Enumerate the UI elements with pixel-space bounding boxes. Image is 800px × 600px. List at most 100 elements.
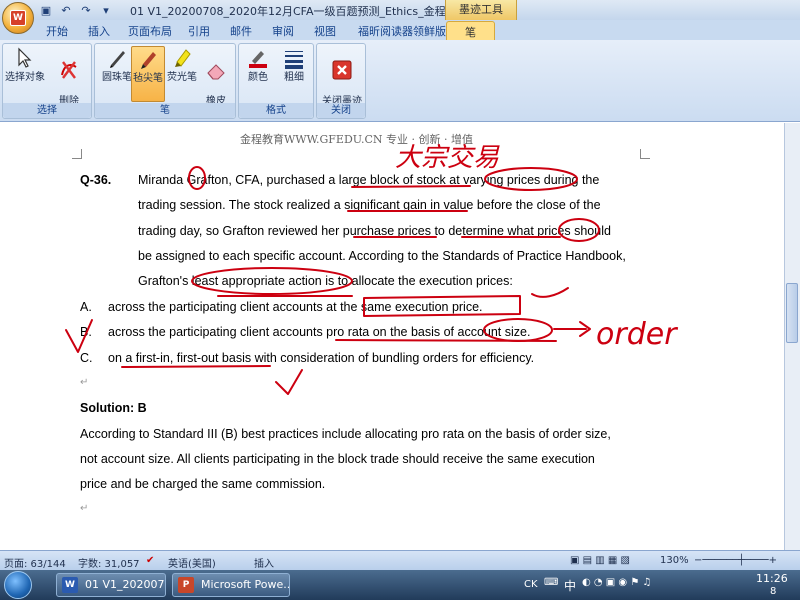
tab-pen[interactable]: 笔 [446, 21, 495, 40]
delete-all-ink-button[interactable]: 删除 所有墨迹 [47, 46, 91, 119]
task-word[interactable]: W 01 V1_20200708... [56, 573, 166, 597]
clock-date[interactable]: 8 [770, 586, 776, 597]
task-powerpoint-label: Microsoft Powe... [201, 578, 290, 591]
window-title: 01 V1_20200708_2020年12月CFA一级百题预测_Ethics_… [130, 5, 460, 18]
question-line-5: Grafton's least appropriate action is to… [138, 274, 513, 288]
clock-time[interactable]: 11:26 [756, 572, 788, 585]
solution-line-2: not account size. All clients participat… [80, 452, 595, 466]
color-label: 颜色 [248, 72, 268, 83]
option-a-text: across the participating client accounts… [108, 300, 483, 314]
powerpoint-icon: P [178, 577, 194, 593]
tray-icons[interactable]: ◐ ◔ ▣ ◉ ⚑ ♫ [582, 577, 651, 588]
eraser-button[interactable]: 橡皮 擦 [199, 46, 233, 119]
question-line-1: Miranda Grafton, CFA, purchased a large … [138, 173, 600, 187]
word-logo-icon: W [10, 10, 26, 26]
felt-tip-pen-icon [136, 47, 160, 71]
word-count[interactable]: 字数: 31,057 [78, 555, 140, 570]
header-watermark: 金程教育WWW.GFEDU.CN 专业 · 创新 · 增值 [240, 133, 474, 146]
felt-tip-pen-button[interactable]: 毡尖笔 [131, 46, 165, 102]
document-area[interactable]: 金程教育WWW.GFEDU.CN 专业 · 创新 · 增值 Q-36. Mira… [0, 123, 800, 550]
solution-line-1: According to Standard III (B) best pract… [80, 427, 611, 441]
group-select-label: 选择 [3, 103, 91, 118]
task-powerpoint[interactable]: P Microsoft Powe... [172, 573, 290, 597]
undo-icon[interactable]: ↶ [58, 2, 74, 18]
tab-foxit[interactable]: 福昕阅读器领鲜版 [358, 23, 446, 39]
question-line-4: be assigned to each specific account. Ac… [138, 249, 626, 263]
color-swatch-icon [246, 46, 270, 70]
title-bar: ▣ ↶ ↷ ▾ 01 V1_20200708_2020年12月CFA一级百题预测… [0, 0, 800, 20]
redo-icon[interactable]: ↷ [78, 2, 94, 18]
ribbon-tabs: 开始 插入 页面布局 引用 邮件 审阅 视图 福昕阅读器领鲜版 笔 [0, 20, 800, 40]
vertical-scrollbar[interactable] [784, 123, 800, 550]
group-pen: 圆珠笔 毡尖笔 荧光笔 橡皮 擦 笔 [94, 43, 236, 119]
tab-mailings[interactable]: 邮件 [230, 23, 252, 39]
highlighter-icon [170, 46, 194, 70]
system-tray: CK ⌨ 中 ◐ ◔ ▣ ◉ ⚑ ♫ 11:26 8 [520, 570, 800, 600]
view-buttons-icon[interactable]: ▣ ▤ ▥ ▦ ▧ [570, 555, 630, 566]
highlighter-label: 荧光笔 [167, 72, 197, 83]
tab-insert[interactable]: 插入 [88, 23, 110, 39]
paragraph-mark-2: ↵ [80, 503, 89, 514]
color-button[interactable]: 颜色 [241, 46, 275, 102]
quick-access-toolbar: ▣ ↶ ↷ ▾ [38, 2, 114, 18]
insert-mode[interactable]: 插入 [254, 555, 274, 570]
option-c-letter: C. [80, 351, 93, 365]
select-objects-button[interactable]: 选择对象 [5, 46, 45, 102]
question-line-2: trading session. The stock realized a si… [138, 198, 601, 212]
question-line-3: trading day, so Grafton reviewed her pur… [138, 224, 611, 238]
thickness-label: 粗细 [284, 72, 304, 83]
zoom-level[interactable]: 130% [660, 555, 689, 566]
eraser-icon [204, 58, 228, 82]
group-pen-label: 笔 [95, 103, 235, 118]
group-close-label: 关闭 [317, 103, 365, 118]
taskbar: W 01 V1_20200708... P Microsoft Powe... … [0, 570, 800, 600]
task-word-label: 01 V1_20200708... [85, 578, 165, 591]
question-number: Q-36. [80, 173, 112, 187]
tab-references[interactable]: 引用 [188, 23, 210, 39]
tab-home[interactable]: 开始 [46, 23, 68, 39]
solution-label: Solution: B [80, 401, 147, 415]
group-select: 选择对象 删除 所有墨迹 选择 [2, 43, 92, 119]
delete-ink-icon [57, 58, 81, 82]
qat-dropdown-icon[interactable]: ▾ [98, 2, 114, 18]
zoom-slider[interactable]: −──────┼────+ [694, 555, 777, 566]
word-icon: W [62, 577, 78, 593]
tray-keyboard-icon[interactable]: ⌨ [544, 577, 558, 588]
highlighter-button[interactable]: 荧光笔 [165, 46, 199, 102]
thickness-button[interactable]: 粗细 [277, 46, 311, 102]
ballpoint-pen-icon [105, 46, 129, 70]
scrollbar-thumb[interactable] [786, 283, 798, 343]
start-button[interactable] [4, 571, 32, 599]
option-b-text: across the participating client accounts… [108, 325, 531, 339]
proofing-icon[interactable]: ✔ [146, 555, 154, 566]
tab-page-layout[interactable]: 页面布局 [128, 23, 172, 39]
ribbon: 选择对象 删除 所有墨迹 选择 圆珠笔 毡尖笔 荧光笔 [0, 40, 800, 122]
tab-review[interactable]: 审阅 [272, 23, 294, 39]
group-format: 颜色 粗细 格式 [238, 43, 314, 119]
option-b-letter: B. [80, 325, 92, 339]
close-red-x-icon [330, 58, 354, 82]
page-count[interactable]: 页面: 63/144 [4, 555, 66, 570]
felt-tip-pen-label: 毡尖笔 [133, 73, 163, 84]
tray-ime[interactable]: 中 [564, 577, 576, 594]
tray-lang[interactable]: CK [524, 579, 538, 590]
close-ink-tools-button[interactable]: 关闭墨迹 书写工具 [319, 46, 365, 119]
group-format-label: 格式 [239, 103, 313, 118]
group-close: 关闭墨迹 书写工具 关闭 [316, 43, 366, 119]
status-bar: 页面: 63/144 字数: 31,057 ✔ 英语(美国) 插入 ▣ ▤ ▥ … [0, 550, 800, 570]
office-button[interactable]: W [2, 2, 34, 34]
language[interactable]: 英语(美国) [168, 555, 216, 570]
margin-corner-left [72, 149, 82, 159]
context-tab-title: 墨迹工具 [445, 0, 517, 20]
cursor-arrow-icon [13, 46, 37, 70]
ballpoint-pen-label: 圆珠笔 [102, 72, 132, 83]
select-objects-label: 选择对象 [5, 72, 45, 83]
margin-corner-right [640, 149, 650, 159]
paragraph-mark: ↵ [80, 377, 89, 388]
option-a-letter: A. [80, 300, 92, 314]
line-thickness-icon [282, 46, 306, 70]
save-icon[interactable]: ▣ [38, 2, 54, 18]
tab-view[interactable]: 视图 [314, 23, 336, 39]
solution-line-3: price and be charged the same commission… [80, 477, 326, 491]
option-c-text: on a first-in, first-out basis with cons… [108, 351, 535, 365]
